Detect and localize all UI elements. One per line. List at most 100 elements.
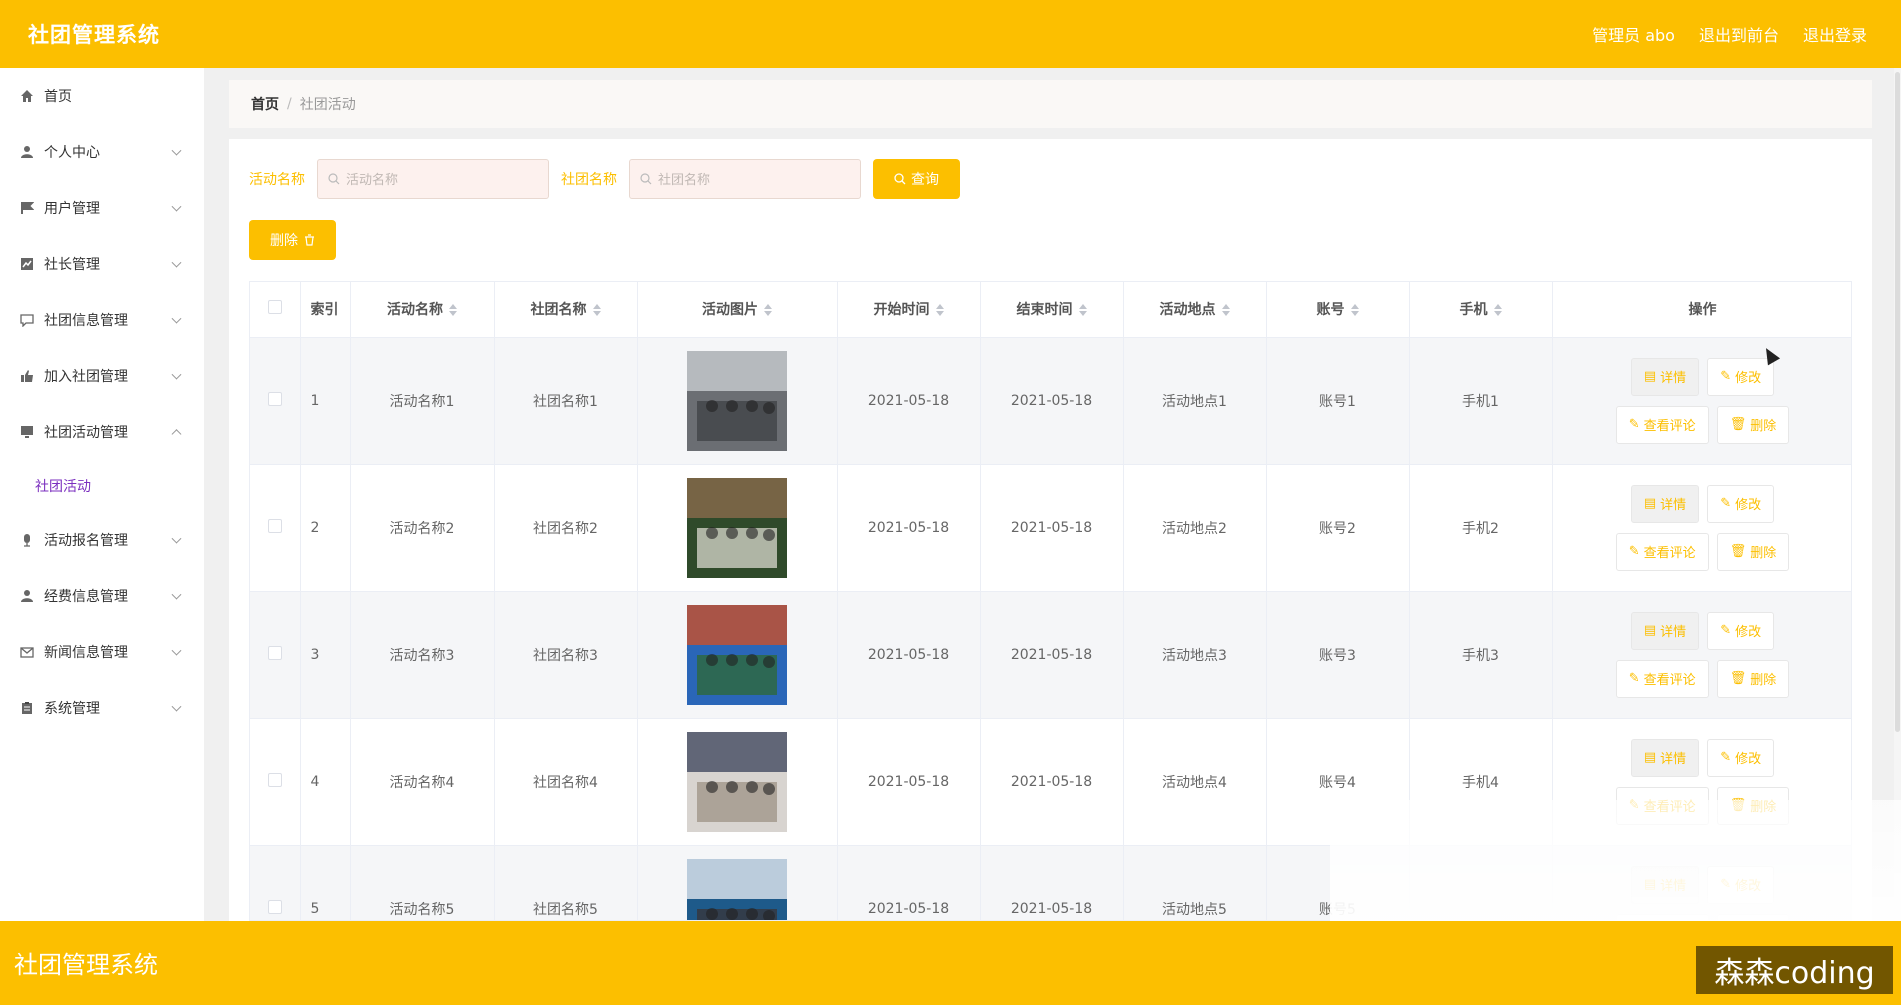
footer-title: 社团管理系统 [14, 951, 158, 979]
col-end-time[interactable]: 结束时间 [980, 282, 1124, 338]
club-name-label: 社团名称 [561, 172, 617, 188]
row-club-name: 社团名称2 [494, 464, 638, 592]
sidebar-item-home[interactable]: 首页 [0, 68, 204, 124]
row-select-cell[interactable] [250, 845, 301, 920]
edit-button[interactable]: ✎修改 [1707, 611, 1775, 650]
view-comments-button[interactable]: ✎查看评论 [1615, 659, 1709, 698]
chevron-down-icon [171, 701, 182, 712]
row-delete-button[interactable]: 🗑删除 [1716, 532, 1790, 571]
select-all-checkbox[interactable] [267, 300, 282, 315]
row-checkbox[interactable] [267, 518, 282, 533]
sort-icon[interactable] [1078, 304, 1087, 317]
thumb-icon [20, 369, 34, 383]
sidebar-item-signup[interactable]: 活动报名管理 [0, 512, 204, 568]
sidebar-item-users[interactable]: 用户管理 [0, 180, 204, 236]
club-name-field[interactable] [629, 159, 861, 199]
sidebar-item-join-club[interactable]: 加入社团管理 [0, 348, 204, 404]
sort-icon[interactable] [764, 304, 772, 317]
row-select-cell[interactable] [250, 591, 301, 719]
detail-button[interactable]: ▤详情 [1630, 484, 1700, 523]
breadcrumb-home[interactable]: 首页 [251, 94, 279, 114]
sidebar-item-funds[interactable]: 经费信息管理 [0, 568, 204, 624]
col-club-name[interactable]: 社团名称 [494, 282, 638, 338]
sidebar-item-label: 首页 [44, 89, 72, 105]
row-place: 活动地点2 [1123, 464, 1267, 592]
sidebar-subitem-club-activity[interactable]: 社团活动 [0, 460, 204, 512]
activity-name-input[interactable] [346, 171, 536, 187]
col-activity-pic[interactable]: 活动图片 [637, 282, 838, 338]
row-activity-name: 活动名称2 [350, 464, 495, 592]
sidebar-item-club-activities[interactable]: 社团活动管理 [0, 404, 204, 460]
batch-delete-button[interactable]: 删除 [249, 220, 336, 260]
row-place: 活动地点1 [1123, 337, 1267, 465]
person-icon [20, 589, 34, 603]
sidebar-item-club-info[interactable]: 社团信息管理 [0, 292, 204, 348]
top-bar: 社团管理系统 管理员 abo 退出到前台 退出登录 [0, 0, 1901, 68]
detail-label: 详情 [1660, 371, 1687, 386]
logout-link[interactable]: 退出登录 [1803, 22, 1867, 46]
select-all-cell[interactable] [250, 282, 301, 338]
row-checkbox[interactable] [267, 899, 282, 914]
detail-button[interactable]: ▤详情 [1630, 357, 1700, 396]
sort-icon[interactable] [1221, 304, 1230, 317]
sort-icon[interactable] [1493, 304, 1502, 317]
mail-icon [20, 645, 34, 659]
row-checkbox[interactable] [267, 645, 282, 660]
row-select-cell[interactable] [250, 464, 301, 592]
activity-photo[interactable] [687, 350, 787, 451]
table-row[interactable]: 1 活动名称1 社团名称1 2021-05-18 2021-05-18 活动地点1 账号1 手… [250, 337, 1851, 465]
col-activity-name[interactable]: 活动名称 [350, 282, 495, 338]
edit-button[interactable]: ✎修改 [1707, 738, 1775, 777]
table-row[interactable]: 2 活动名称2 社团名称2 2021-05-18 2021-05-18 活动地点2 账号2 手… [250, 464, 1851, 592]
row-delete-button[interactable]: 🗑删除 [1716, 659, 1790, 698]
activity-photo[interactable] [687, 731, 787, 832]
mic-icon [20, 533, 34, 547]
activity-photo[interactable] [687, 604, 787, 705]
detail-label: 详情 [1660, 752, 1687, 767]
edit-button[interactable]: ✎修改 [1707, 484, 1775, 523]
view-comments-button[interactable]: ✎查看评论 [1615, 532, 1709, 571]
sidebar-item-profile[interactable]: 个人中心 [0, 124, 204, 180]
sort-icon[interactable] [935, 304, 944, 317]
row-club-name: 社团名称3 [494, 591, 638, 719]
breadcrumb: 首页 / 社团活动 [229, 80, 1872, 128]
scrollbar-thumb[interactable] [1895, 72, 1900, 732]
sidebar-item-news[interactable]: 新闻信息管理 [0, 624, 204, 680]
row-select-cell[interactable] [250, 718, 301, 846]
row-checkbox[interactable] [267, 391, 282, 406]
col-account[interactable]: 账号 [1266, 282, 1410, 338]
edit-button[interactable]: ✎修改 [1707, 357, 1775, 396]
view-comments-button[interactable]: ✎查看评论 [1615, 405, 1709, 444]
row-delete-label: 删除 [1750, 546, 1777, 561]
col-phone[interactable]: 手机 [1409, 282, 1553, 338]
row-checkbox[interactable] [267, 772, 282, 787]
search-icon [328, 173, 340, 185]
row-delete-label: 删除 [1750, 673, 1777, 688]
detail-button[interactable]: ▤详情 [1630, 611, 1700, 650]
col-label: 活动名称 [387, 302, 443, 319]
row-delete-button[interactable]: 🗑删除 [1716, 405, 1790, 444]
pencil-icon: ✎ [1720, 623, 1732, 638]
query-button[interactable]: 查询 [873, 159, 960, 199]
sidebar-item-president[interactable]: 社长管理 [0, 236, 204, 292]
sort-icon[interactable] [592, 304, 601, 317]
to-front-link[interactable]: 退出到前台 [1699, 22, 1779, 46]
sort-icon[interactable] [449, 304, 457, 317]
col-place[interactable]: 活动地点 [1123, 282, 1267, 338]
sidebar-item-label: 系统管理 [44, 701, 100, 717]
chevron-down-icon [171, 257, 182, 268]
sidebar-item-label: 经费信息管理 [44, 589, 128, 605]
detail-button[interactable]: ▤详情 [1630, 738, 1700, 777]
club-name-input[interactable] [658, 171, 848, 187]
row-select-cell[interactable] [250, 337, 301, 465]
activity-photo[interactable] [687, 477, 787, 578]
activity-photo[interactable] [687, 858, 787, 922]
sort-icon[interactable] [1350, 304, 1359, 317]
col-start-time[interactable]: 开始时间 [837, 282, 981, 338]
table-row[interactable]: 3 活动名称3 社团名称3 2021-05-18 2021-05-18 活动地点3 账号3 手… [250, 591, 1851, 719]
sidebar-item-system[interactable]: 系统管理 [0, 680, 204, 736]
search-icon [894, 173, 906, 185]
activity-name-field[interactable] [317, 159, 549, 199]
admin-label: 管理员 abo [1592, 26, 1675, 45]
edit-label: 修改 [1735, 752, 1762, 767]
